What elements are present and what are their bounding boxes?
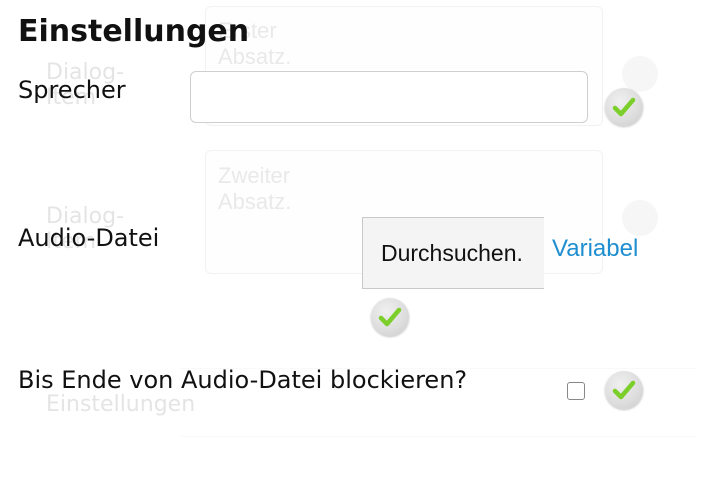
second-paragraph-placeholder: Zweiter Absatz. [218,163,292,214]
browse-button[interactable]: Durchsuchen. [362,217,544,289]
audio-file-label: Audio-Datei [18,224,160,252]
dialog-title: Einstellungen [18,14,250,49]
block-until-end-checkbox[interactable] [567,382,585,400]
block-until-end-label: Bis Ende von Audio-Datei blockieren? [18,366,468,394]
variable-link[interactable]: Variabel [552,235,638,263]
checkmark-icon [622,56,658,92]
block-until-end-confirm-button[interactable] [605,371,643,409]
settings-label: Einstellungen [46,392,196,417]
speaker-label: Sprecher [18,76,126,104]
checkmark-icon [612,97,636,117]
checkmark-icon [612,380,636,400]
divider [180,436,696,437]
checkmark-icon [622,200,658,236]
checkmark-icon [378,307,402,327]
audio-file-confirm-button[interactable] [371,298,409,336]
speaker-confirm-button[interactable] [605,88,643,126]
speaker-input[interactable] [190,71,588,123]
